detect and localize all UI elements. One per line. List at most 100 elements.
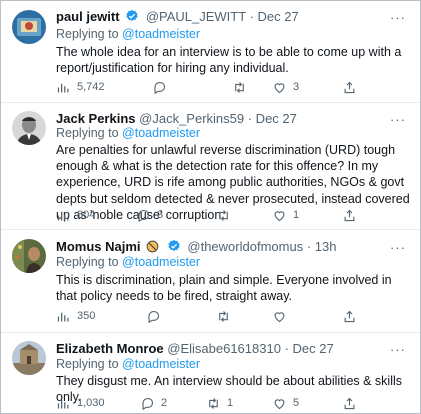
views-count: 804 bbox=[77, 209, 96, 221]
replying-to-handle[interactable]: @toadmeister bbox=[122, 357, 200, 371]
share-icon bbox=[344, 397, 355, 409]
author-handle[interactable]: @theworldofmomus bbox=[187, 239, 303, 254]
tweet[interactable]: Momus Najmi @theworldofmomus · 13h ··· R… bbox=[1, 230, 420, 333]
tweet-date[interactable]: · Dec 27 bbox=[250, 9, 299, 24]
tweet-text: This is discrimination, plain and simple… bbox=[56, 273, 392, 304]
avatar[interactable] bbox=[12, 10, 46, 44]
share-icon bbox=[344, 81, 355, 93]
retweet-icon bbox=[209, 397, 218, 409]
replying-to-handle[interactable]: @toadmeister bbox=[122, 27, 200, 41]
share-icon bbox=[344, 310, 355, 322]
avatar[interactable] bbox=[12, 239, 46, 273]
retweet-button[interactable] bbox=[216, 206, 237, 224]
like-icon bbox=[274, 311, 285, 322]
action-bar: 5,742 3 bbox=[56, 78, 411, 96]
share-button[interactable] bbox=[342, 307, 363, 325]
views-button[interactable]: 5,742 bbox=[56, 78, 105, 96]
views-button[interactable]: 1,030 bbox=[56, 394, 105, 412]
views-count: 350 bbox=[77, 310, 96, 322]
more-icon[interactable]: ··· bbox=[390, 11, 406, 27]
reply-button[interactable]: 3 bbox=[136, 206, 163, 224]
reply-icon bbox=[142, 397, 154, 410]
like-icon bbox=[274, 82, 285, 93]
reply-icon bbox=[138, 209, 150, 222]
reply-count: 3 bbox=[157, 209, 164, 221]
reply-button[interactable] bbox=[152, 78, 173, 96]
reply-icon bbox=[154, 81, 166, 94]
no-symbol-icon bbox=[146, 240, 159, 253]
tweet[interactable]: Elizabeth Monroe @Elisabe61618310 · Dec … bbox=[1, 333, 420, 413]
like-count: 3 bbox=[293, 81, 300, 93]
more-icon[interactable]: ··· bbox=[390, 113, 406, 129]
reply-button[interactable]: 2 bbox=[140, 394, 167, 412]
author-handle[interactable]: @PAUL_JEWITT bbox=[146, 9, 246, 24]
action-bar: 804 3 1 bbox=[56, 206, 411, 224]
tweet-date[interactable]: · Dec 27 bbox=[248, 111, 297, 126]
reply-thread: paul jewitt @PAUL_JEWITT · Dec 27 ··· Re… bbox=[0, 0, 421, 414]
author-name[interactable]: Elizabeth Monroe bbox=[56, 341, 164, 356]
views-count: 1,030 bbox=[77, 397, 105, 409]
reply-button[interactable] bbox=[146, 307, 167, 325]
views-icon bbox=[57, 211, 69, 220]
verified-badge-icon bbox=[126, 9, 138, 21]
retweet-icon bbox=[219, 310, 228, 322]
replying-to-label: Replying to bbox=[56, 27, 119, 41]
share-button[interactable] bbox=[342, 206, 363, 224]
share-button[interactable] bbox=[342, 78, 363, 96]
views-icon bbox=[57, 83, 69, 92]
author-handle[interactable]: @Elisabe61618310 bbox=[167, 341, 281, 356]
like-count: 5 bbox=[293, 397, 300, 409]
tweet-header: Elizabeth Monroe @Elisabe61618310 · Dec … bbox=[56, 341, 334, 357]
tweet[interactable]: paul jewitt @PAUL_JEWITT · Dec 27 ··· Re… bbox=[1, 1, 420, 103]
like-count: 1 bbox=[293, 209, 300, 221]
views-icon bbox=[57, 399, 69, 408]
retweet-icon bbox=[219, 209, 228, 221]
replying-to-handle[interactable]: @toadmeister bbox=[122, 255, 200, 269]
reply-icon bbox=[148, 310, 160, 323]
more-icon[interactable]: ··· bbox=[390, 241, 406, 257]
replying-to-label: Replying to bbox=[56, 357, 119, 371]
tweet-date[interactable]: · Dec 27 bbox=[285, 341, 334, 356]
replying-to-label: Replying to bbox=[56, 255, 119, 269]
replying-to: Replying to @toadmeister bbox=[56, 255, 200, 270]
replying-to-label: Replying to bbox=[56, 126, 119, 140]
views-count: 5,742 bbox=[77, 81, 105, 93]
retweet-count: 1 bbox=[227, 397, 234, 409]
replying-to: Replying to @toadmeister bbox=[56, 126, 200, 141]
views-icon bbox=[57, 312, 69, 321]
like-button[interactable] bbox=[272, 307, 293, 325]
author-name[interactable]: Momus Najmi bbox=[56, 239, 141, 254]
tweet-date[interactable]: · 13h bbox=[307, 239, 337, 254]
replying-to: Replying to @toadmeister bbox=[56, 27, 200, 42]
views-button[interactable]: 350 bbox=[56, 307, 95, 325]
author-name[interactable]: Jack Perkins bbox=[56, 111, 136, 126]
like-icon bbox=[274, 210, 285, 221]
action-bar: 350 bbox=[56, 307, 411, 325]
tweet-header: Jack Perkins @Jack_Perkins59 · Dec 27 bbox=[56, 111, 297, 127]
like-button[interactable]: 5 bbox=[272, 394, 299, 412]
avatar[interactable] bbox=[12, 111, 46, 145]
replying-to: Replying to @toadmeister bbox=[56, 357, 200, 372]
tweet-header: Momus Najmi @theworldofmomus · 13h bbox=[56, 239, 336, 255]
views-button[interactable]: 804 bbox=[56, 206, 95, 224]
tweet-header: paul jewitt @PAUL_JEWITT · Dec 27 bbox=[56, 9, 299, 25]
author-handle[interactable]: @Jack_Perkins59 bbox=[139, 111, 244, 126]
retweet-icon bbox=[235, 81, 244, 93]
retweet-button[interactable] bbox=[216, 307, 237, 325]
tweet[interactable]: Jack Perkins @Jack_Perkins59 · Dec 27 ··… bbox=[1, 103, 420, 230]
avatar[interactable] bbox=[12, 341, 46, 375]
replying-to-handle[interactable]: @toadmeister bbox=[122, 126, 200, 140]
retweet-button[interactable] bbox=[232, 78, 253, 96]
share-icon bbox=[344, 209, 355, 221]
retweet-button[interactable]: 1 bbox=[206, 394, 233, 412]
like-button[interactable]: 3 bbox=[272, 78, 299, 96]
tweet-text: The whole idea for an interview is to be… bbox=[56, 45, 402, 76]
reply-count: 2 bbox=[161, 397, 168, 409]
more-icon[interactable]: ··· bbox=[390, 343, 406, 359]
like-button[interactable]: 1 bbox=[272, 206, 299, 224]
verified-badge-icon bbox=[168, 239, 180, 251]
action-bar: 1,030 2 1 5 bbox=[56, 394, 411, 412]
author-name[interactable]: paul jewitt bbox=[56, 9, 120, 24]
share-button[interactable] bbox=[342, 394, 363, 412]
like-icon bbox=[274, 398, 285, 409]
